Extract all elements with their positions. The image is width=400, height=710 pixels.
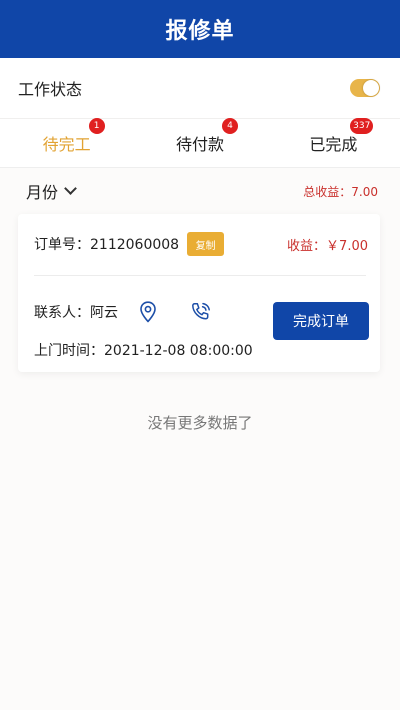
no-more-data-text: 没有更多数据了: [147, 414, 253, 432]
tab-label: 待完工: [42, 135, 91, 154]
tab-pending-payment[interactable]: 待付款 4: [133, 118, 266, 167]
order-tabs: 待完工 1 待付款 4 已完成 337: [0, 118, 400, 168]
app-header: 报修单: [0, 0, 400, 58]
work-status-toggle[interactable]: [350, 79, 380, 97]
tab-label-wrap: 待完工 1: [42, 118, 105, 155]
filter-row: 月份 总收益：7.00: [0, 168, 400, 214]
order-card: 订单号：2112060008 复制 收益：￥7.00 联系人：阿云 上门时间：2…: [18, 214, 380, 372]
work-status-label: 工作状态: [18, 80, 83, 99]
contact-name: 联系人：阿云: [34, 305, 118, 321]
phone-call-icon[interactable]: [190, 300, 212, 324]
complete-order-button[interactable]: 完成订单: [273, 302, 369, 340]
order-card-header: 订单号：2112060008 复制 收益：￥7.00: [18, 214, 380, 274]
tab-badge-count: 337: [350, 118, 374, 134]
tab-label-wrap: 待付款 4: [175, 118, 238, 155]
order-income: 收益：￥7.00: [287, 238, 368, 254]
tab-label-wrap: 已完成 337: [309, 118, 374, 155]
page-title: 报修单: [165, 19, 235, 44]
tab-label: 已完成: [309, 135, 358, 154]
month-filter-label: 月份: [26, 183, 59, 202]
tab-badge-count: 4: [222, 118, 238, 134]
card-divider: [34, 275, 366, 276]
month-filter-dropdown[interactable]: 月份: [26, 179, 77, 203]
tab-label: 待付款: [175, 135, 224, 154]
total-income: 总收益：7.00: [303, 184, 378, 199]
work-status-row: 工作状态: [0, 58, 400, 118]
tab-pending-completion[interactable]: 待完工 1: [0, 118, 133, 167]
order-number: 订单号：2112060008: [34, 237, 180, 253]
tab-completed[interactable]: 已完成 337: [267, 118, 400, 167]
location-pin-icon[interactable]: [138, 300, 158, 324]
visit-time: 上门时间：2021-12-08 08:00:00: [34, 343, 253, 359]
chevron-down-icon: [64, 182, 77, 195]
toggle-knob: [363, 80, 379, 96]
tab-badge-count: 1: [88, 118, 105, 134]
contact-row: 联系人：阿云: [34, 300, 212, 324]
copy-button[interactable]: 复制: [187, 232, 225, 256]
